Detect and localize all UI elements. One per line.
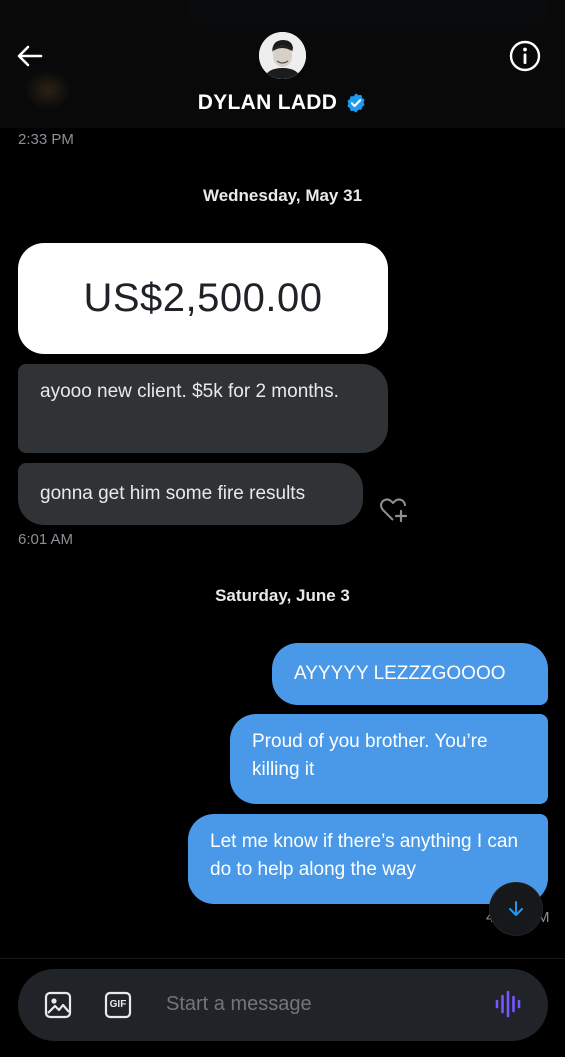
add-reaction-button[interactable] <box>377 494 409 526</box>
message-input-placeholder[interactable]: Start a message <box>166 993 312 1016</box>
image-icon <box>44 991 72 1019</box>
contact-name: DYLAN LADD <box>197 91 338 114</box>
verified-badge-icon <box>347 93 365 113</box>
message-text: Proud of you brother. You’re killing it <box>252 731 488 780</box>
incoming-message-bubble[interactable]: ayooo new client. $5k for 2 months. <box>18 364 388 453</box>
arrow-down-icon <box>509 901 523 916</box>
arrow-left-icon <box>17 45 43 67</box>
date-separator: Saturday, June 3 <box>215 586 350 605</box>
conversation-info-button[interactable] <box>507 38 543 74</box>
image-card-amount: US$2,500.00 <box>83 276 323 320</box>
message-text: ayooo new client. $5k for 2 months. <box>40 381 339 402</box>
message-timestamp: 2:33 PM <box>18 131 74 148</box>
date-separator: Wednesday, May 31 <box>202 186 363 205</box>
message-timestamp: 6:01 AM <box>18 531 74 548</box>
voice-message-button[interactable] <box>493 989 523 1019</box>
add-photo-button[interactable] <box>43 990 73 1020</box>
outgoing-message-bubble[interactable]: Proud of you brother. You’re killing it <box>230 714 548 804</box>
info-icon <box>509 40 541 72</box>
gif-label: GIF <box>109 999 127 1010</box>
incoming-message-bubble[interactable]: gonna get him some fire results <box>18 463 363 525</box>
conversation-header: DYLAN LADD <box>0 0 565 128</box>
contact-title[interactable]: DYLAN LADD <box>0 90 565 116</box>
voice-waveform-icon <box>495 990 521 1018</box>
message-text: Let me know if there’s anything I can do… <box>210 831 519 880</box>
shared-image-card[interactable]: US$2,500.00 <box>18 243 388 354</box>
avatar-image <box>259 32 306 79</box>
scroll-to-bottom-button[interactable] <box>490 883 542 935</box>
contact-avatar[interactable] <box>259 32 306 79</box>
message-text: AYYYYY LEZZZGOOOO <box>294 663 506 684</box>
back-button[interactable] <box>14 40 46 72</box>
outgoing-message-bubble[interactable]: AYYYYY LEZZZGOOOO <box>272 643 548 705</box>
outgoing-message-bubble[interactable]: Let me know if there’s anything I can do… <box>188 814 548 904</box>
message-text: gonna get him some fire results <box>40 483 306 504</box>
add-gif-button[interactable]: GIF <box>103 990 133 1020</box>
heart-plus-icon <box>380 498 408 523</box>
